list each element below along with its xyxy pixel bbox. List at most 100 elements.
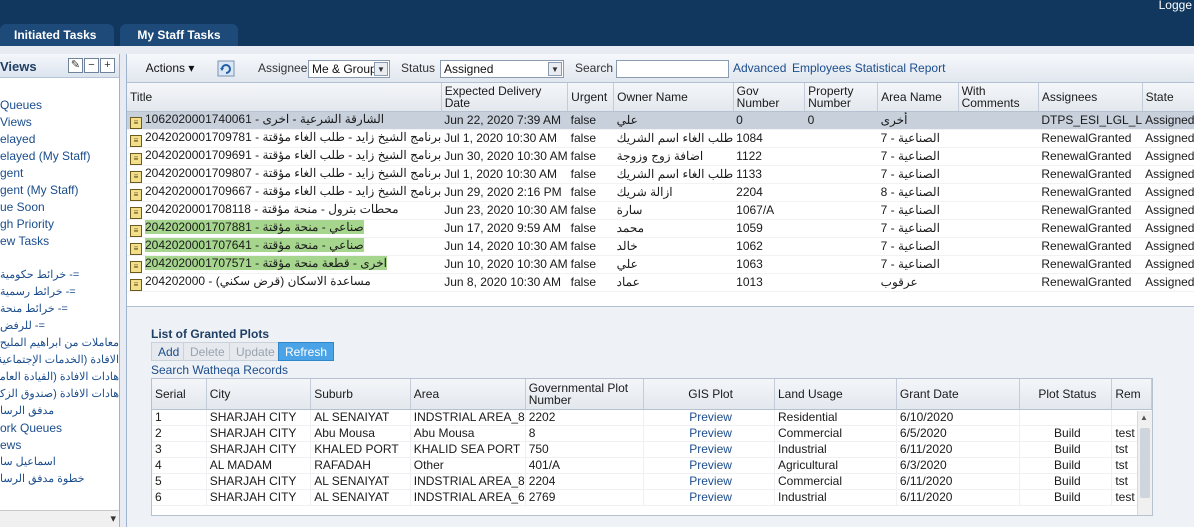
column-header[interactable]: Serial <box>152 379 207 410</box>
column-header[interactable]: Governmental Plot Number <box>525 379 645 410</box>
task-title-cell[interactable]: ≡ 2042020001707641 - صناعي - منحة مؤقتة <box>127 237 442 256</box>
plus-icon[interactable]: + <box>100 58 115 73</box>
sidebar-item[interactable]: =- خرائط رسمية <box>0 284 119 301</box>
task-title[interactable]: 1062020001740061 - الشارقة الشرعية - اخر… <box>145 112 384 126</box>
table-row[interactable]: 2 SHARJAH CITY Abu Mousa Abu Mousa 8 Preview C… <box>152 425 1152 442</box>
column-header[interactable]: Urgent <box>567 83 615 112</box>
column-header[interactable]: With Comments <box>958 83 1039 112</box>
task-title-cell[interactable]: ≡ 2042020001709667 - برنامج الشيخ زايد - … <box>127 183 442 202</box>
minus-icon[interactable]: − <box>84 58 99 73</box>
table-row[interactable]: ≡ 2042020001709807 - برنامج الشيخ زايد - … <box>127 165 1194 184</box>
column-header[interactable]: Property Number <box>804 83 879 112</box>
column-header[interactable]: Plot Status <box>1019 379 1113 410</box>
sidebar-scrollbar[interactable]: ▾ <box>0 510 119 527</box>
plot-gis-cell[interactable]: Preview <box>643 425 775 442</box>
delete-button[interactable]: Delete <box>183 342 232 361</box>
plot-gis-cell[interactable]: Preview <box>643 441 775 458</box>
column-header[interactable]: Gov Number <box>733 83 806 112</box>
pencil-icon[interactable]: ✎ <box>68 58 83 73</box>
sidebar-item[interactable]: elayed (My Staff) <box>0 148 119 165</box>
plot-gis-cell[interactable]: Preview <box>643 489 775 506</box>
table-row[interactable]: ≡ 2042020001707881 - صناعي - منحة مؤقتة Ju… <box>127 219 1194 238</box>
sidebar-item[interactable]: =- خرائط حكومية <box>0 267 119 284</box>
task-title-cell[interactable]: ≡ 2042020001709691 - برنامج الشيخ زايد - … <box>127 147 442 166</box>
column-header[interactable]: Land Usage <box>774 379 897 410</box>
task-title-cell[interactable]: ≡ 204202000 - مساعدة الاسكان (قرض سكني) <box>127 273 442 292</box>
table-row[interactable]: ≡ 2042020001707571 - اخرى - قطعة منحة مؤق… <box>127 255 1194 274</box>
table-row[interactable]: ≡ 1062020001740061 - الشارقة الشرعية - اخ… <box>127 111 1194 130</box>
column-header[interactable]: State <box>1142 83 1194 112</box>
column-header[interactable]: Title <box>127 83 442 112</box>
sidebar-item[interactable]: Queues <box>0 97 119 114</box>
task-title-cell[interactable]: ≡ 2042020001707881 - صناعي - منحة مؤقتة <box>127 219 442 238</box>
sidebar-item[interactable] <box>0 250 119 267</box>
plot-gis-cell[interactable]: Preview <box>643 473 775 490</box>
sidebar-item[interactable]: هادات الافادة (القيادة العامة <box>0 369 119 386</box>
sidebar-item[interactable]: ork Queues <box>0 420 119 437</box>
update-button[interactable]: Update <box>229 342 282 361</box>
sidebar-item[interactable]: هادات الافادة (صندوق الزكاة <box>0 386 119 403</box>
column-header[interactable]: Rem <box>1111 379 1152 410</box>
sidebar-item[interactable]: gh Priority <box>0 216 119 233</box>
search-input[interactable] <box>616 60 729 78</box>
chevron-down-icon[interactable]: ▼ <box>548 62 562 76</box>
sidebar-item[interactable]: elayed <box>0 131 119 148</box>
task-title[interactable]: 2042020001709691 - برنامج الشيخ زايد - ط… <box>145 148 441 162</box>
status-select[interactable]: Assigned ▼ <box>440 60 564 78</box>
sidebar-item[interactable]: معاملات من ابراهيم المليح <box>0 335 119 352</box>
column-header[interactable]: Assignees <box>1038 83 1143 112</box>
table-row[interactable]: 4 AL MADAM RAFADAH Other 401/A Preview Agricul… <box>152 457 1152 474</box>
column-header[interactable]: Area <box>410 379 526 410</box>
sidebar-item[interactable]: خطوة مدفق الرسا <box>0 471 119 488</box>
task-title-cell[interactable]: ≡ 2042020001709807 - برنامج الشيخ زايد - … <box>127 165 442 184</box>
task-title[interactable]: 2042020001707571 - اخرى - قطعة منحة مؤقت… <box>145 255 387 270</box>
chevron-down-icon[interactable]: ▼ <box>374 62 388 76</box>
refresh-icon[interactable] <box>217 60 235 77</box>
sidebar-item[interactable]: ew Tasks <box>0 233 119 250</box>
task-title-cell[interactable]: ≡ 2042020001709781 - برنامج الشيخ زايد - … <box>127 129 442 148</box>
plot-gis-cell[interactable]: Preview <box>643 409 775 426</box>
scrollbar-thumb[interactable] <box>1140 428 1150 498</box>
sidebar-item[interactable]: ue Soon <box>0 199 119 216</box>
table-row[interactable]: 5 SHARJAH CITY AL SENAIYAT INDSTRIAL AREA_8… <box>152 473 1152 490</box>
advanced-link[interactable]: Advanced <box>733 61 786 75</box>
sidebar-item[interactable]: gent <box>0 165 119 182</box>
table-row[interactable]: 3 SHARJAH CITY KHALED PORT KHALID SEA PORT 7… <box>152 441 1152 458</box>
task-title[interactable]: 204202000 - مساعدة الاسكان (قرض سكني) <box>145 274 371 288</box>
actions-menu[interactable]: Actions ▾ <box>135 57 205 79</box>
task-title[interactable]: 2042020001708118 - محطات بترول - منحة مؤ… <box>145 202 399 216</box>
table-row[interactable]: ≡ 204202000 - مساعدة الاسكان (قرض سكني) Ju… <box>127 273 1194 292</box>
sidebar-item[interactable]: =- خرائط منحة <box>0 301 119 318</box>
column-header[interactable]: GIS Plot <box>643 379 775 410</box>
column-header[interactable]: Expected Delivery Date <box>441 83 569 112</box>
sidebar-item[interactable]: مدفق الرسا <box>0 403 119 420</box>
table-row[interactable]: 1 SHARJAH CITY AL SENAIYAT INDSTRIAL AREA_8… <box>152 409 1152 426</box>
task-title-cell[interactable]: ≡ 1062020001740061 - الشارقة الشرعية - اخ… <box>127 111 442 130</box>
sidebar-item[interactable]: Views <box>0 114 119 131</box>
sidebar-item[interactable]: اسماعيل سا <box>0 454 119 471</box>
column-header[interactable]: City <box>206 379 312 410</box>
task-title-cell[interactable]: ≡ 2042020001707571 - اخرى - قطعة منحة مؤق… <box>127 255 442 274</box>
sidebar-item[interactable]: ews <box>0 437 119 454</box>
column-header[interactable]: Area Name <box>877 83 959 112</box>
search-watheqa-link[interactable]: Search Watheqa Records <box>151 363 288 377</box>
plot-gis-cell[interactable]: Preview <box>643 457 775 474</box>
chevron-up-icon[interactable]: ▲ <box>1140 413 1148 422</box>
sidebar-item[interactable]: الافادة (الخدمات الإجتماعية <box>0 352 119 369</box>
table-row[interactable]: ≡ 2042020001709781 - برنامج الشيخ زايد - … <box>127 129 1194 148</box>
table-row[interactable]: 6 SHARJAH CITY AL SENAIYAT INDSTRIAL AREA_6… <box>152 489 1152 506</box>
task-title[interactable]: 2042020001707641 - صناعي - منحة مؤقتة <box>145 237 364 252</box>
tab-my-staff-tasks[interactable]: My Staff Tasks <box>120 24 238 46</box>
refresh-button[interactable]: Refresh <box>278 342 335 361</box>
column-header[interactable]: Suburb <box>310 379 411 410</box>
column-header[interactable]: Grant Date <box>896 379 1021 410</box>
task-title[interactable]: 2042020001709781 - برنامج الشيخ زايد - ط… <box>145 130 441 144</box>
task-title[interactable]: 2042020001707881 - صناعي - منحة مؤقتة <box>145 219 364 234</box>
table-row[interactable]: ≡ 2042020001708118 - محطات بترول - منحة م… <box>127 201 1194 220</box>
table-row[interactable]: ≡ 2042020001707641 - صناعي - منحة مؤقتة Ju… <box>127 237 1194 256</box>
add-button[interactable]: Add <box>151 342 187 361</box>
plots-vertical-scrollbar[interactable]: ▲ <box>1137 411 1152 515</box>
tab-initiated-tasks[interactable]: Initiated Tasks <box>0 24 114 46</box>
task-title[interactable]: 2042020001709807 - برنامج الشيخ زايد - ط… <box>145 166 441 180</box>
column-header[interactable]: Owner Name <box>613 83 734 112</box>
